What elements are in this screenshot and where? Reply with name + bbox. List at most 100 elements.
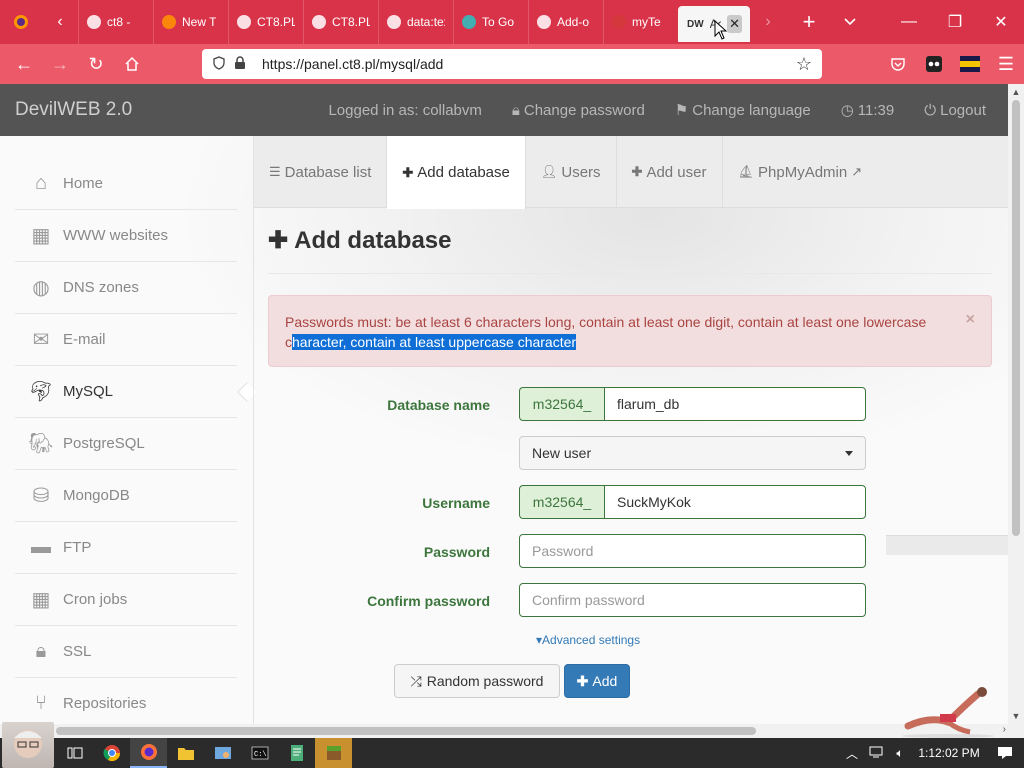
chrome-taskbar-button[interactable] — [93, 738, 130, 768]
advanced-settings-link[interactable]: ▾Advanced settings — [536, 633, 640, 647]
overlay-artifact — [886, 535, 1008, 555]
home-icon — [125, 56, 139, 71]
database-icon: ⛁ — [32, 485, 50, 507]
sidebar-item-repositories[interactable]: ⑂ Repositories — [15, 678, 237, 724]
app-brand[interactable]: DevilWEB 2.0 — [15, 99, 132, 121]
horizontal-scrollbar[interactable]: › — [0, 724, 1008, 738]
app-menu-button[interactable]: ☰ — [988, 44, 1024, 84]
list-all-tabs-button[interactable] — [832, 0, 868, 44]
folder-icon: ▬ — [31, 536, 51, 558]
sidebar-item-www-websites[interactable]: ▦ WWW websites — [15, 210, 237, 262]
pocket-icon — [891, 58, 905, 71]
terminal-icon: C:\ — [251, 746, 268, 760]
tab-favicon-icon — [612, 15, 626, 29]
tab-scroll-left-button[interactable]: ‹ — [42, 0, 78, 44]
home-button[interactable] — [114, 44, 150, 84]
change-language-link[interactable]: ⚑ Change language — [675, 101, 811, 120]
browser-tab[interactable]: ct8 - — [78, 0, 153, 44]
scroll-right-arrow[interactable]: › — [1003, 724, 1006, 735]
maximize-button[interactable]: ❐ — [932, 0, 978, 44]
advanced-settings-label: Advanced settings — [542, 633, 641, 647]
sidebar-item-mysql[interactable]: 🐬︎ MySQL — [15, 366, 237, 418]
password-input[interactable]: Password — [519, 534, 866, 568]
reload-button[interactable]: ↻ — [78, 44, 114, 84]
tab-scroll-right-button[interactable]: › — [750, 0, 786, 44]
browser-tab[interactable]: To Go — [453, 0, 528, 44]
change-password-link[interactable]: 🔒︎ Change password — [512, 102, 645, 119]
main-content: ☰ Database list ✚ Add database 👤︎ Users … — [253, 136, 1008, 724]
add-database-form: Database name m32564_ flarum_db New user… — [254, 136, 1008, 724]
add-button[interactable]: ✚ Add — [564, 664, 630, 698]
minecraft-button[interactable] — [315, 738, 352, 768]
chevron-down-icon — [844, 18, 856, 26]
network-icon[interactable] — [864, 745, 888, 762]
decorative-figure-image — [900, 686, 996, 738]
firefox-taskbar-button[interactable] — [130, 738, 167, 768]
username-input[interactable]: SuckMyKok — [604, 485, 866, 519]
sidebar-item-ftp[interactable]: ▬ FTP — [15, 522, 237, 574]
bookmark-star-icon[interactable]: ☆ — [796, 54, 812, 75]
user-select[interactable]: New user — [519, 436, 866, 470]
tab-label: CT8.PL » C — [332, 15, 370, 29]
control-panel-button[interactable] — [204, 738, 241, 768]
sidebar-nav: ⌂ Home ▦ WWW websites ◍ DNS zones ✉ E-mail 🐬︎ MyS… — [15, 158, 237, 724]
database-name-input[interactable]: flarum_db — [604, 387, 866, 421]
minimize-button[interactable]: — — [886, 0, 932, 44]
back-button[interactable]: ← — [6, 44, 42, 84]
browser-tab[interactable]: data:text/ — [378, 0, 453, 44]
sidebar-item-cron-jobs[interactable]: ▦ Cron jobs — [15, 574, 237, 626]
browser-tab[interactable]: myTe — [603, 0, 678, 44]
scroll-down-arrow[interactable]: ▼ — [1008, 708, 1024, 724]
new-tab-button[interactable]: + — [786, 0, 832, 44]
sidebar-item-postgresql[interactable]: 🐘︎ PostgreSQL — [15, 418, 237, 470]
forward-button[interactable]: → — [42, 44, 78, 84]
scroll-up-arrow[interactable]: ▲ — [1008, 84, 1024, 100]
volume-icon[interactable]: 🔈︎ — [888, 746, 912, 761]
sidebar-item-e-mail[interactable]: ✉ E-mail — [15, 314, 237, 366]
confirm-password-input[interactable]: Confirm password — [519, 583, 866, 617]
firefox-icon — [140, 744, 157, 760]
browser-nav-bar: ← → ↻ https://panel.ct8.pl/mysql/add ☆ ☰ — [0, 44, 1024, 84]
lock-icon — [234, 55, 256, 73]
tab-label: myTe — [632, 15, 661, 29]
firefox-icon — [14, 15, 28, 29]
browser-tab[interactable]: CT8.PL » 2 — [228, 0, 303, 44]
sidebar-item-label: Cron jobs — [63, 591, 128, 608]
extension-button[interactable] — [916, 44, 952, 84]
sidebar-item-mongodb[interactable]: ⛁ MongoDB — [15, 470, 237, 522]
sidebar-item-dns-zones[interactable]: ◍ DNS zones — [15, 262, 237, 314]
plus-icon: + — [802, 9, 816, 34]
task-view-button[interactable] — [56, 738, 93, 768]
browser-tab[interactable]: Add-o — [528, 0, 603, 44]
file-explorer-button[interactable] — [167, 738, 204, 768]
action-center-button[interactable] — [986, 745, 1024, 761]
sidebar-item-home[interactable]: ⌂ Home — [15, 158, 237, 210]
notepad-button[interactable] — [278, 738, 315, 768]
taskbar-clock[interactable]: 1:12:02 PM — [912, 746, 986, 760]
close-tab-button[interactable]: ✕ — [727, 15, 742, 33]
sidebar-item-label: MySQL — [63, 383, 114, 400]
close-window-button[interactable]: ✕ — [978, 0, 1024, 44]
random-password-button[interactable]: ⤮ Random password — [394, 664, 560, 698]
sidebar-item-label: E-mail — [63, 331, 106, 348]
vertical-scroll-thumb[interactable] — [1012, 100, 1020, 536]
browser-tab[interactable]: New T — [153, 0, 228, 44]
password-label: Password — [423, 544, 490, 560]
browser-tab[interactable]: CT8.PL » C — [303, 0, 378, 44]
firefox-menu-button[interactable] — [0, 0, 42, 44]
dolphin-icon: 🐬︎ — [28, 381, 54, 403]
horizontal-scroll-thumb[interactable] — [56, 727, 756, 735]
terminal-button[interactable]: C:\ — [241, 738, 278, 768]
mask-icon — [926, 56, 942, 72]
logout-link[interactable]: ⏻ Logout — [924, 102, 986, 119]
sidebar-item-ssl[interactable]: 🔒︎ SSL — [15, 626, 237, 678]
database-prefix: m32564_ — [519, 387, 604, 421]
system-tray: ︿ 🔈︎ 1:12:02 PM — [840, 738, 1024, 768]
url-bar[interactable]: https://panel.ct8.pl/mysql/add ☆ — [202, 49, 822, 79]
control-panel-icon — [214, 747, 231, 759]
show-hidden-icons-button[interactable]: ︿ — [840, 745, 864, 762]
pocket-button[interactable] — [880, 44, 916, 84]
extension-flag-button[interactable] — [952, 44, 988, 84]
lock-icon: 🔒︎ — [511, 101, 520, 119]
vertical-scrollbar[interactable]: ▲ ▼ — [1008, 84, 1024, 724]
